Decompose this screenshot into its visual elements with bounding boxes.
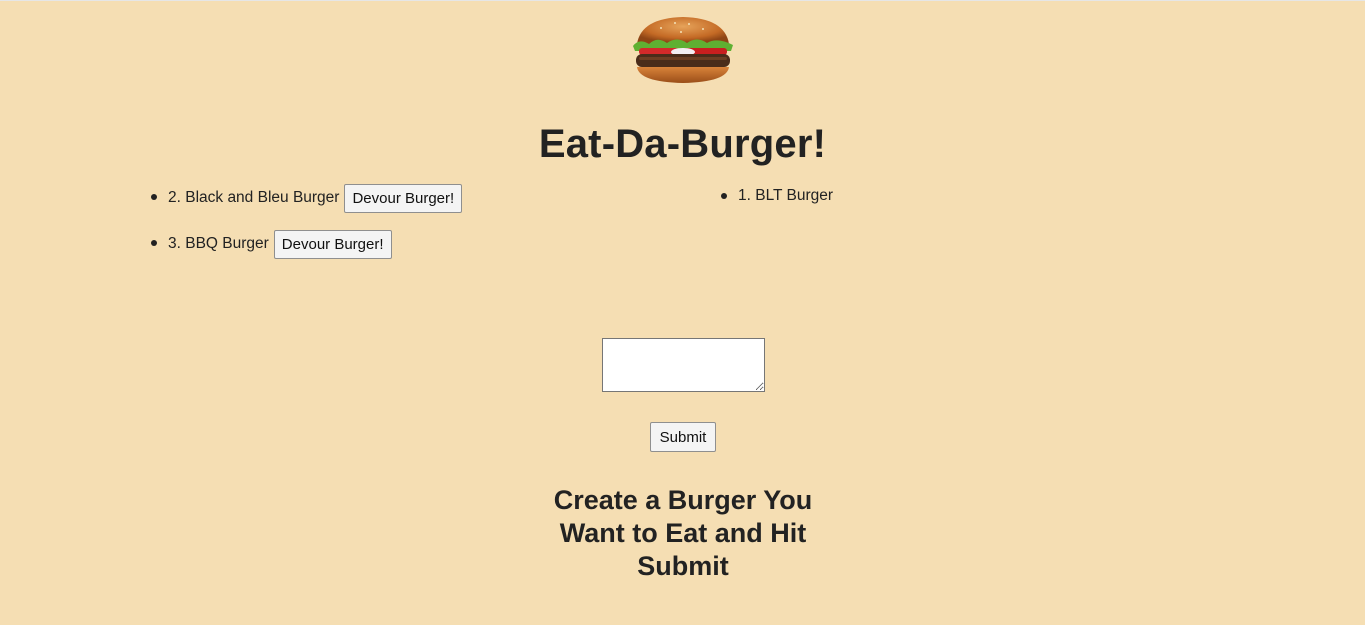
burger-name-input[interactable] bbox=[602, 338, 765, 392]
list-item: 3. BBQ Burger Devour Burger! bbox=[150, 230, 462, 276]
devoured-burgers-list: 1. BLT Burger bbox=[720, 185, 834, 231]
burger-name: 2. Black and Bleu Burger bbox=[168, 189, 340, 206]
devour-burger-button[interactable]: Devour Burger! bbox=[344, 184, 463, 213]
burgers-to-devour-list: 2. Black and Bleu Burger Devour Burger! … bbox=[150, 184, 463, 276]
devour-burger-button[interactable]: Devour Burger! bbox=[273, 230, 392, 259]
page-title: Eat-Da-Burger! bbox=[538, 122, 827, 166]
burger-name: 3. BBQ Burger bbox=[168, 235, 269, 252]
burger-icon bbox=[633, 17, 733, 83]
instructions-heading: Create a Burger You Want to Eat and Hit … bbox=[553, 485, 813, 581]
top-border bbox=[0, 0, 1365, 1]
list-item: 1. BLT Burger bbox=[720, 185, 834, 231]
submit-button[interactable]: Submit bbox=[650, 422, 716, 452]
list-item: 2. Black and Bleu Burger Devour Burger! bbox=[150, 184, 463, 230]
burger-name: 1. BLT Burger bbox=[738, 187, 834, 204]
